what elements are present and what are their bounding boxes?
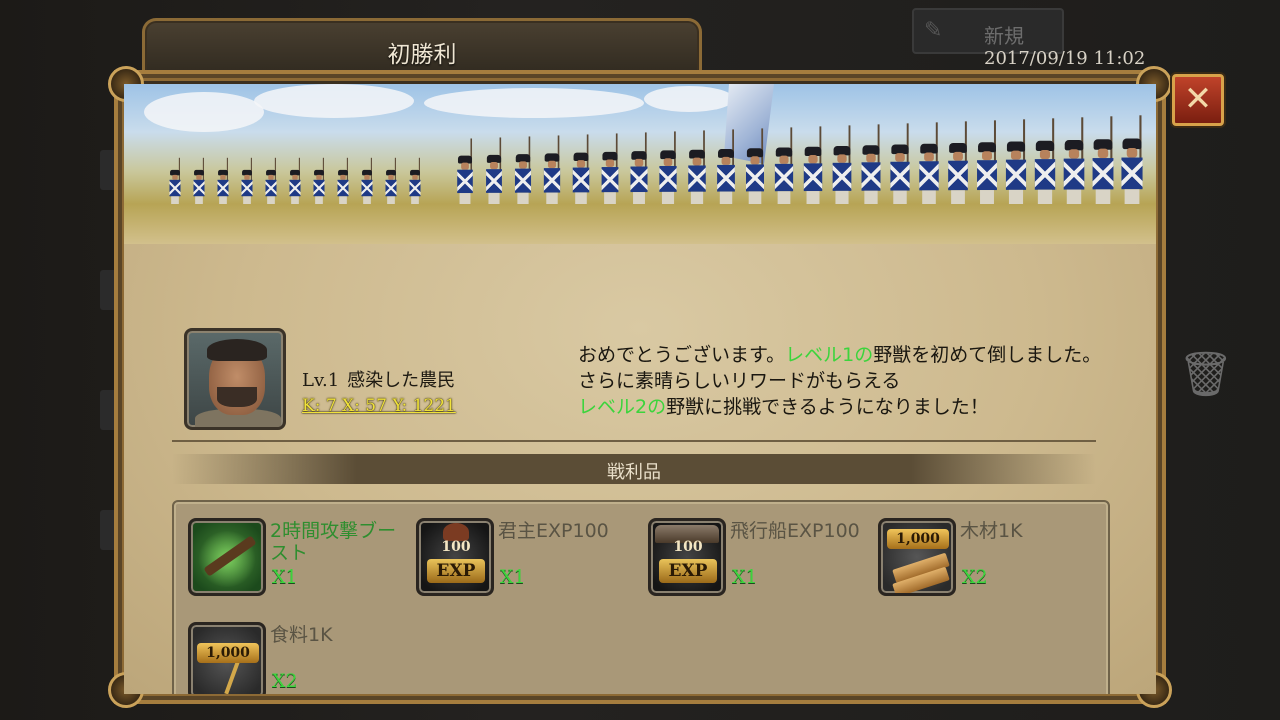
monster-name: Lv.1 感染した農民: [302, 366, 455, 392]
soldier-figure: [572, 134, 590, 204]
reward-item[interactable]: 1,000 食料1K X2: [174, 614, 404, 694]
dialog-body: Lv.1 感染した農民 K: 7 X: 57 Y: 1221 おめでとうございます…: [124, 84, 1156, 694]
soldier-figure: [1034, 118, 1056, 204]
monster-portrait: [184, 328, 286, 430]
exp-badge: EXP: [659, 559, 717, 583]
soldier-figure: [456, 138, 473, 204]
soldier-figure: [716, 129, 736, 204]
soldier-figure: [687, 130, 706, 204]
soldier-figure: [918, 122, 939, 204]
datetime: 2017/09/19 11:02: [984, 48, 1146, 69]
soldier-figure: [337, 157, 349, 204]
wood-icon: 1,000: [878, 518, 956, 596]
message-level-highlight: レベル1の: [785, 344, 874, 366]
exp-amount: 100: [441, 539, 471, 555]
reward-quantity: X1: [500, 566, 526, 588]
soldier-figure: [630, 132, 649, 204]
new-button-label: 新規: [984, 24, 1024, 48]
reward-name: 2時間攻撃ブースト: [270, 520, 397, 564]
soldier-figure: [1063, 117, 1086, 204]
reward-quantity: X1: [732, 566, 758, 588]
soldier-figure: [1092, 116, 1115, 204]
soldier-figure: [1005, 119, 1027, 204]
reward-item[interactable]: 1,000 木材1K X2: [864, 510, 1094, 596]
soldier-figure: [889, 123, 910, 204]
soldier-figure: [861, 124, 882, 204]
reward-name: 君主EXP100: [498, 520, 609, 542]
reward-item[interactable]: 100 EXP 飛行船EXP100 X1: [634, 510, 864, 596]
soldier-figure: [241, 157, 253, 204]
soldier-figure: [1120, 115, 1143, 204]
trash-icon[interactable]: 🗑: [1178, 345, 1234, 405]
reward-quantity: X2: [272, 670, 298, 692]
soldier-figure: [514, 136, 532, 204]
divider: [172, 440, 1096, 442]
spoils-header: 戦利品: [172, 454, 1096, 484]
reward-name: 飛行船EXP100: [730, 520, 860, 542]
soldier-figure: [289, 157, 301, 204]
soldier-figure: [313, 157, 325, 204]
amount-badge: 1,000: [887, 529, 949, 549]
soldier-figure: [265, 157, 277, 204]
soldier-figure: [976, 120, 998, 204]
exp-amount: 100: [673, 539, 703, 555]
rewards-panel[interactable]: 2時間攻撃ブースト X1 100 EXP 君主EXP100 X1 100 EXP…: [172, 500, 1110, 694]
monster-level: Lv.1: [302, 370, 340, 391]
reward-name: 食料1K: [270, 624, 333, 646]
soldier-figure: [774, 127, 794, 204]
victory-message: おめでとうございます。レベル1の野獣を初めて倒しました。さらに素晴らしいリワード…: [578, 342, 1118, 420]
soldier-figure: [658, 131, 677, 204]
dialog-title: 初勝利: [387, 42, 457, 68]
message-text: おめでとうございます。: [578, 344, 786, 366]
reward-item[interactable]: 2時間攻撃ブースト X1: [174, 510, 404, 596]
soldier-figure: [217, 157, 229, 204]
soldier-figure: [409, 157, 421, 204]
monster-title: 感染した農民: [347, 370, 456, 391]
close-icon: ✕: [1183, 79, 1213, 119]
soldier-figure: [485, 137, 502, 204]
soldier-figure: [543, 135, 561, 204]
musket-icon: [188, 518, 266, 596]
soldier-figure: [193, 157, 205, 204]
dialog-title-tab: 初勝利: [142, 18, 702, 78]
food-icon: 1,000: [188, 622, 266, 694]
reward-item[interactable]: 100 EXP 君主EXP100 X1: [402, 510, 632, 596]
pen-icon: ✎: [924, 18, 943, 43]
airship-exp-icon: 100 EXP: [648, 518, 726, 596]
lord-exp-icon: 100 EXP: [416, 518, 494, 596]
message-level-highlight: レベル2の: [578, 396, 667, 418]
soldier-figure: [832, 125, 853, 204]
soldier-figure: [803, 126, 823, 204]
soldier-figure: [947, 121, 969, 204]
spoils-title: 戦利品: [607, 462, 661, 483]
exp-badge: EXP: [427, 559, 485, 583]
soldier-figure: [385, 157, 397, 204]
reward-quantity: X1: [272, 566, 298, 588]
soldier-figure: [361, 157, 373, 204]
battle-banner-image: [124, 84, 1156, 244]
reward-quantity: X2: [962, 566, 988, 588]
amount-badge: 1,000: [197, 643, 259, 663]
close-button[interactable]: ✕: [1172, 74, 1224, 126]
message-text: 野獣に挑戦できるようになりました！: [666, 396, 989, 418]
soldier-figure: [169, 157, 181, 204]
monster-coords-link[interactable]: K: 7 X: 57 Y: 1221: [302, 396, 456, 416]
soldier-figure: [601, 133, 619, 204]
reward-name: 木材1K: [960, 520, 1023, 542]
soldier-figure: [745, 128, 765, 204]
